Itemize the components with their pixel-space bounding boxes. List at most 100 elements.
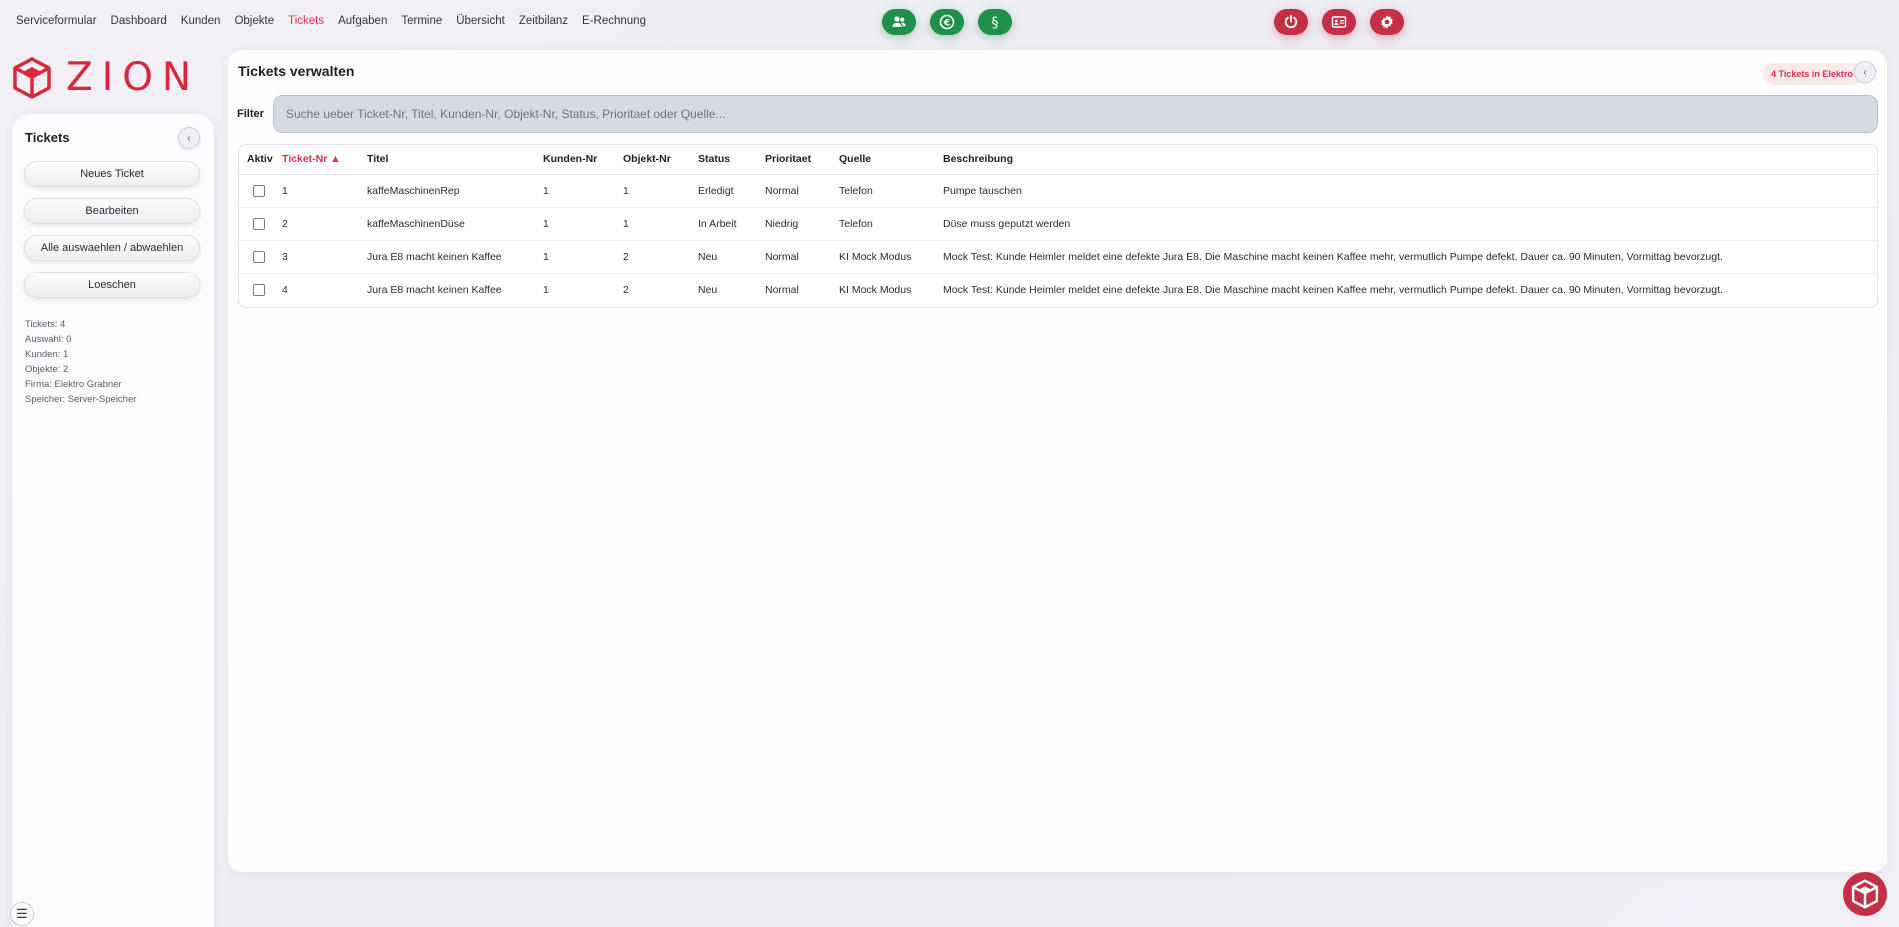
header-prioritaet[interactable]: Prioritaet bbox=[765, 145, 839, 175]
table-row[interactable]: 2 kaffeMaschinenDüse 1 1 In Arbeit Niedr… bbox=[239, 207, 1877, 241]
cell-kunden-nr: 1 bbox=[543, 207, 623, 241]
cell-beschreibung: Mock Test: Kunde Heimler meldet eine def… bbox=[943, 283, 1723, 296]
cell-objekt-nr: 1 bbox=[623, 207, 698, 241]
cell-quelle: Telefon bbox=[839, 174, 943, 208]
nav-objekte[interactable]: Objekte bbox=[234, 15, 274, 31]
cell-objekt-nr: 2 bbox=[623, 240, 698, 274]
nav-zeitbilanz[interactable]: Zeitbilanz bbox=[519, 15, 568, 31]
profile-button[interactable] bbox=[1322, 9, 1356, 35]
select-all-button[interactable]: Alle auswaehlen / abwaehlen bbox=[24, 235, 200, 261]
row-checkbox[interactable] bbox=[253, 217, 265, 230]
row-checkbox[interactable] bbox=[253, 250, 265, 263]
cell-prioritaet: Niedrig bbox=[765, 207, 839, 241]
cell-ticket-nr: 4 bbox=[282, 283, 288, 296]
cell-ticket-nr: 2 bbox=[282, 207, 367, 241]
filter-input[interactable] bbox=[273, 95, 1878, 133]
header-status[interactable]: Status bbox=[698, 145, 765, 175]
stat-speicher: Speicher: Server-Speicher bbox=[25, 394, 137, 405]
nav-aufgaben[interactable]: Aufgaben bbox=[338, 15, 387, 31]
cell-beschreibung: Pumpe tauschen bbox=[943, 174, 1877, 208]
row-checkbox[interactable] bbox=[253, 283, 265, 296]
cell-beschreibung: Düse muss geputzt werden bbox=[943, 207, 1877, 241]
header-aktiv: Aktiv bbox=[239, 145, 282, 175]
cell-kunden-nr: 1 bbox=[543, 283, 549, 296]
zion-cube-icon bbox=[1851, 879, 1879, 909]
cell-objekt-nr: 1 bbox=[623, 174, 698, 208]
settings-button[interactable] bbox=[1370, 9, 1404, 35]
filter-label: Filter bbox=[237, 108, 264, 120]
chevron-left-icon: ‹ bbox=[187, 132, 191, 144]
cell-prioritaet: Normal bbox=[765, 240, 839, 274]
main-panel: Tickets verwalten 4 Tickets in Elektro G… bbox=[228, 50, 1887, 872]
cell-status: Erledigt bbox=[698, 174, 765, 208]
legal-button[interactable]: § bbox=[978, 9, 1012, 35]
hamburger-icon: ☰ bbox=[16, 906, 28, 921]
cell-ticket-nr: 1 bbox=[282, 174, 367, 208]
top-nav: Serviceformular Dashboard Kunden Objekte… bbox=[16, 15, 646, 31]
header-beschreibung[interactable]: Beschreibung bbox=[943, 145, 1877, 175]
nav-tickets[interactable]: Tickets bbox=[288, 15, 324, 31]
table-row[interactable]: 3 Jura E8 macht keinen Kaffee 1 2 Neu No… bbox=[239, 240, 1877, 274]
table-row[interactable]: 1 kaffeMaschinenRep 1 1 Erledigt Normal … bbox=[239, 174, 1877, 208]
gear-icon bbox=[1381, 15, 1393, 29]
stat-auswahl: Auswahl: 0 bbox=[25, 334, 72, 345]
paragraph-icon: § bbox=[992, 15, 999, 30]
cell-quelle: KI Mock Modus bbox=[839, 283, 912, 296]
nav-termine[interactable]: Termine bbox=[401, 15, 442, 31]
customers-button[interactable] bbox=[882, 9, 916, 35]
users-icon bbox=[892, 16, 906, 27]
stat-firma: Firma: Elektro Grabner bbox=[25, 379, 122, 390]
cell-status: Neu bbox=[698, 240, 765, 274]
cell-quelle: Telefon bbox=[839, 207, 943, 241]
delete-button[interactable]: Loeschen bbox=[24, 272, 200, 298]
sidebar-title: Tickets bbox=[25, 130, 70, 145]
id-card-icon bbox=[1331, 16, 1347, 28]
header-titel[interactable]: Titel bbox=[367, 145, 543, 175]
euro-icon: € bbox=[939, 14, 955, 30]
logo-text: ZION bbox=[66, 55, 201, 100]
cell-status: Neu bbox=[698, 283, 718, 296]
table-header-row: Aktiv Ticket-Nr ▲ Titel Kunden-Nr Objekt… bbox=[239, 145, 1877, 175]
header-objekt-nr[interactable]: Objekt-Nr bbox=[623, 145, 698, 175]
panel-collapse-button[interactable]: ‹ bbox=[1854, 61, 1876, 83]
cell-prioritaet: Normal bbox=[765, 283, 799, 296]
sidebar-collapse-button[interactable]: ‹ bbox=[178, 127, 200, 149]
nav-e-rechnung[interactable]: E-Rechnung bbox=[582, 15, 646, 31]
finance-button[interactable]: € bbox=[930, 9, 964, 35]
zion-cube-icon bbox=[13, 56, 51, 99]
header-kunden-nr[interactable]: Kunden-Nr bbox=[543, 145, 623, 175]
cell-kunden-nr: 1 bbox=[543, 240, 623, 274]
new-ticket-button[interactable]: Neues Ticket bbox=[24, 161, 200, 187]
stat-objekte: Objekte: 2 bbox=[25, 364, 69, 375]
cell-objekt-nr: 2 bbox=[623, 283, 629, 296]
cell-beschreibung: Mock Test: Kunde Heimler meldet eine def… bbox=[943, 240, 1877, 274]
stat-kunden: Kunden: 1 bbox=[25, 349, 69, 360]
svg-text:€: € bbox=[943, 18, 950, 28]
cell-quelle: KI Mock Modus bbox=[839, 240, 943, 274]
logout-button[interactable] bbox=[1274, 9, 1308, 35]
nav-serviceformular[interactable]: Serviceformular bbox=[16, 15, 97, 31]
nav-kunden[interactable]: Kunden bbox=[181, 15, 221, 31]
svg-text:§: § bbox=[992, 15, 999, 30]
row-checkbox[interactable] bbox=[253, 184, 265, 197]
table-row[interactable]: 4 Jura E8 macht keinen Kaffee 1 2 Neu No… bbox=[239, 273, 1877, 306]
cell-titel: kaffeMaschinenDüse bbox=[367, 207, 543, 241]
nav-uebersicht[interactable]: Übersicht bbox=[456, 15, 505, 31]
power-icon bbox=[1284, 14, 1298, 29]
nav-dashboard[interactable]: Dashboard bbox=[111, 15, 167, 31]
page-title: Tickets verwalten bbox=[238, 63, 355, 79]
header-quelle[interactable]: Quelle bbox=[839, 145, 943, 175]
sidebar: Tickets ‹ Neues Ticket Bearbeiten Alle a… bbox=[12, 114, 214, 927]
menu-button[interactable]: ☰ bbox=[10, 902, 34, 926]
chevron-left-icon: ‹ bbox=[1863, 66, 1867, 78]
edit-button[interactable]: Bearbeiten bbox=[24, 198, 200, 224]
cell-titel: Jura E8 macht keinen Kaffee bbox=[367, 283, 502, 296]
cell-prioritaet: Normal bbox=[765, 174, 839, 208]
cell-ticket-nr: 3 bbox=[282, 240, 367, 274]
cell-titel: Jura E8 macht keinen Kaffee bbox=[367, 240, 543, 274]
cell-titel: kaffeMaschinenRep bbox=[367, 174, 543, 208]
cell-status: In Arbeit bbox=[698, 207, 765, 241]
stat-tickets: Tickets: 4 bbox=[25, 319, 66, 330]
corner-logo-button[interactable] bbox=[1843, 872, 1887, 916]
header-ticket-nr[interactable]: Ticket-Nr ▲ bbox=[282, 145, 367, 175]
